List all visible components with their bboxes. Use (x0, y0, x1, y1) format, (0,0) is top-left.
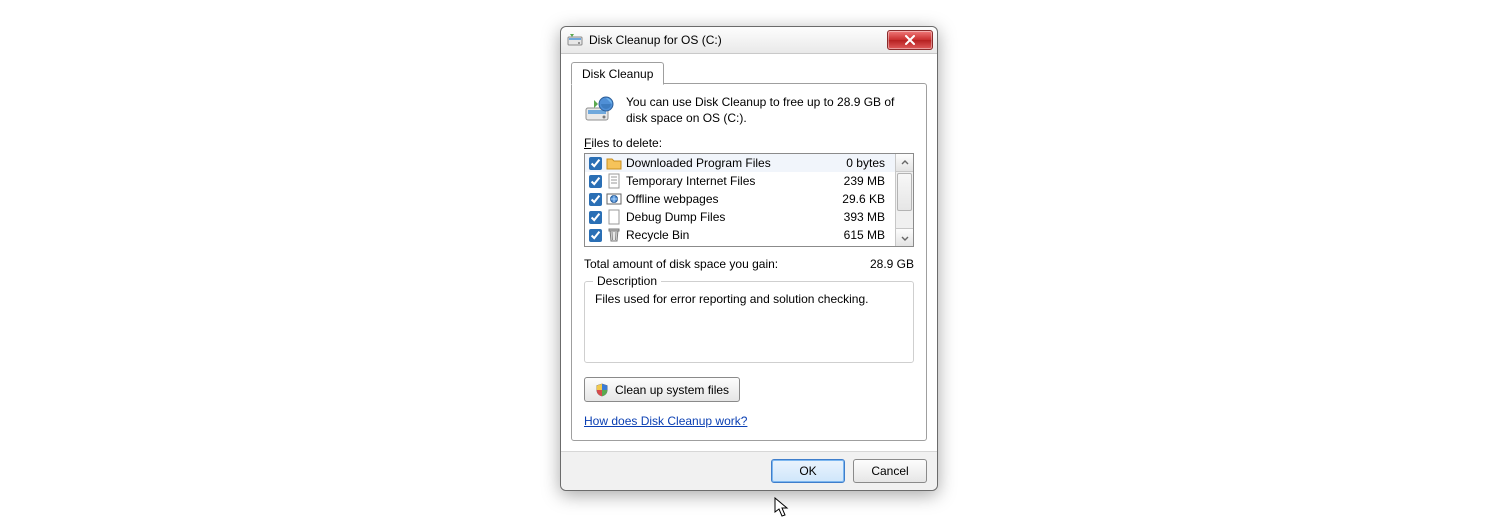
scroll-down-button[interactable] (896, 228, 913, 246)
list-item[interactable]: Downloaded Program Files 0 bytes (585, 154, 895, 172)
item-name: Temporary Internet Files (626, 174, 821, 188)
files-list: Downloaded Program Files 0 bytes Tempora… (585, 154, 895, 246)
item-size: 0 bytes (821, 156, 891, 170)
shield-icon (595, 383, 609, 397)
file-icon (606, 209, 622, 225)
dialog-body: Disk Cleanup You can use Disk Cleanup to… (561, 54, 937, 451)
item-checkbox[interactable] (589, 157, 602, 170)
files-to-delete-label: Files to delete: (584, 136, 914, 150)
total-row: Total amount of disk space you gain: 28.… (584, 257, 914, 271)
disk-cleanup-icon (567, 32, 583, 48)
list-item[interactable]: Recycle Bin 615 MB (585, 226, 895, 244)
chevron-down-icon (901, 234, 909, 242)
folder-icon (606, 155, 622, 171)
tab-disk-cleanup[interactable]: Disk Cleanup (571, 62, 664, 85)
globe-icon (606, 191, 622, 207)
item-checkbox[interactable] (589, 229, 602, 242)
scroll-thumb[interactable] (897, 173, 912, 211)
scrollbar[interactable] (895, 154, 913, 246)
total-label: Total amount of disk space you gain: (584, 257, 870, 271)
description-text: Files used for error reporting and solut… (595, 292, 903, 306)
clean-up-system-files-button[interactable]: Clean up system files (584, 377, 740, 402)
window-title: Disk Cleanup for OS (C:) (589, 33, 887, 47)
total-value: 28.9 GB (870, 257, 914, 271)
recycle-bin-icon (606, 227, 622, 243)
clean-up-system-files-label: Clean up system files (615, 383, 729, 397)
scroll-track[interactable] (896, 212, 913, 228)
item-name: Recycle Bin (626, 228, 821, 242)
drive-cleanup-icon (584, 94, 616, 126)
files-listbox[interactable]: Downloaded Program Files 0 bytes Tempora… (584, 153, 914, 247)
file-icon (606, 173, 622, 189)
close-icon (905, 35, 915, 45)
item-name: Offline webpages (626, 192, 821, 206)
chevron-up-icon (901, 159, 909, 167)
disk-cleanup-dialog: Disk Cleanup for OS (C:) Disk Cleanup Yo… (560, 26, 938, 491)
description-group: Description Files used for error reporti… (584, 281, 914, 363)
item-size: 29.6 KB (821, 192, 891, 206)
item-size: 239 MB (821, 174, 891, 188)
cursor-icon (773, 497, 791, 519)
item-checkbox[interactable] (589, 175, 602, 188)
item-checkbox[interactable] (589, 211, 602, 224)
info-text: You can use Disk Cleanup to free up to 2… (626, 94, 914, 126)
scroll-up-button[interactable] (896, 154, 913, 172)
close-button[interactable] (887, 30, 933, 50)
item-size: 393 MB (821, 210, 891, 224)
item-name: Debug Dump Files (626, 210, 821, 224)
help-link[interactable]: How does Disk Cleanup work? (584, 414, 747, 428)
cancel-button[interactable]: Cancel (853, 459, 927, 483)
description-label: Description (593, 274, 661, 288)
tab-panel: You can use Disk Cleanup to free up to 2… (571, 83, 927, 441)
list-item[interactable]: Offline webpages 29.6 KB (585, 190, 895, 208)
item-size: 615 MB (821, 228, 891, 242)
info-row: You can use Disk Cleanup to free up to 2… (584, 94, 914, 126)
item-checkbox[interactable] (589, 193, 602, 206)
dialog-footer: OK Cancel (561, 451, 937, 490)
list-item[interactable]: Debug Dump Files 393 MB (585, 208, 895, 226)
item-name: Downloaded Program Files (626, 156, 821, 170)
tabstrip: Disk Cleanup (571, 62, 927, 84)
ok-button[interactable]: OK (771, 459, 845, 483)
list-item[interactable]: Temporary Internet Files 239 MB (585, 172, 895, 190)
titlebar[interactable]: Disk Cleanup for OS (C:) (561, 27, 937, 54)
